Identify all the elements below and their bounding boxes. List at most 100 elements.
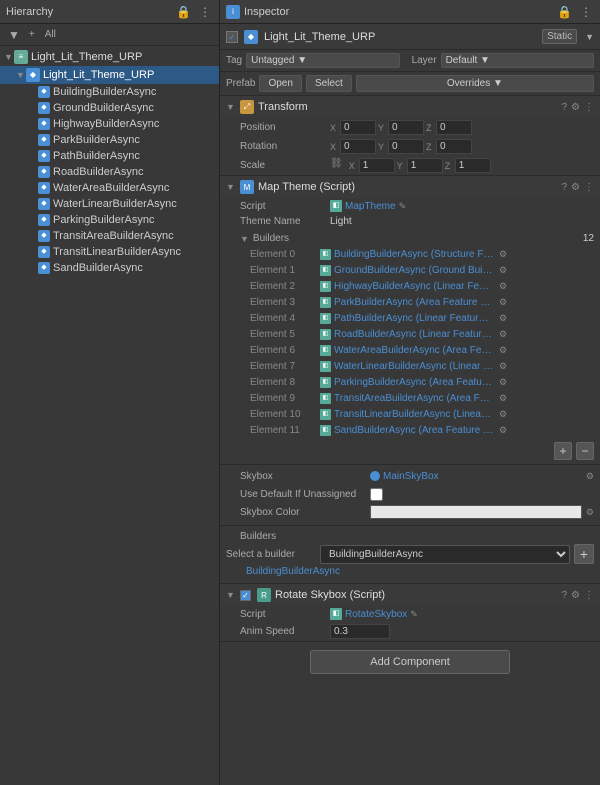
- list-item[interactable]: ◆ SandBuilderAsync: [0, 260, 219, 276]
- map-theme-script-edit-icon: ✎: [399, 201, 407, 212]
- gameobject-icon: ◆: [244, 30, 258, 44]
- element-settings-icon-4[interactable]: ⚙: [499, 313, 507, 324]
- child-icon: ◆: [38, 166, 50, 178]
- rotate-skybox-help-icon[interactable]: ?: [561, 590, 567, 601]
- element-settings-icon-6[interactable]: ⚙: [499, 345, 507, 356]
- rotation-z-input[interactable]: [436, 139, 472, 154]
- element-settings-icon-2[interactable]: ⚙: [499, 281, 507, 292]
- skybox-color-picker[interactable]: [370, 505, 582, 519]
- element-settings-icon-10[interactable]: ⚙: [499, 409, 507, 420]
- child-icon: ◆: [38, 262, 50, 274]
- list-item[interactable]: ◆ TransitAreaBuilderAsync: [0, 228, 219, 244]
- hierarchy-item-go-main[interactable]: ▼ ◆ Light_Lit_Theme_URP: [0, 66, 219, 84]
- element-label-7: Element 7: [250, 361, 320, 372]
- transform-settings-icon[interactable]: ⚙: [571, 102, 580, 113]
- scale-y-input[interactable]: [407, 158, 443, 173]
- rotate-skybox-settings-icon[interactable]: ⚙: [571, 590, 580, 601]
- hierarchy-lock-icon[interactable]: 🔒: [174, 4, 193, 20]
- element-settings-icon-5[interactable]: ⚙: [499, 329, 507, 340]
- scale-x-input[interactable]: [359, 158, 395, 173]
- anim-speed-input[interactable]: [330, 624, 390, 639]
- layer-dropdown[interactable]: Default ▼: [441, 53, 594, 68]
- skybox-settings-icon[interactable]: ⚙: [586, 471, 594, 482]
- inspector-icon: i: [226, 5, 240, 19]
- transform-header[interactable]: ▼ ⤢ Transform ? ⚙ ⋮: [220, 96, 600, 118]
- skybox-text: MainSkyBox: [383, 471, 439, 482]
- transform-menu-icon[interactable]: ⋮: [584, 102, 594, 113]
- position-z-input[interactable]: [436, 120, 472, 135]
- element-settings-icon-1[interactable]: ⚙: [499, 265, 507, 276]
- element-label-8: Element 8: [250, 377, 320, 388]
- use-default-checkbox[interactable]: [370, 488, 383, 501]
- hierarchy-plus-icon[interactable]: ▼: [6, 27, 22, 43]
- map-theme-header[interactable]: ▼ M Map Theme (Script) ? ⚙ ⋮: [220, 176, 600, 198]
- rotation-y-input[interactable]: [388, 139, 424, 154]
- builders-remove-element-button[interactable]: −: [576, 442, 594, 460]
- inspector-header-left: i Inspector: [226, 5, 289, 19]
- element-settings-icon-9[interactable]: ⚙: [499, 393, 507, 404]
- transform-component: ▼ ⤢ Transform ? ⚙ ⋮ Position X: [220, 96, 600, 176]
- hierarchy-menu-icon[interactable]: ⋮: [197, 4, 213, 20]
- table-row: Element 10 ◧ TransitLinearBuilderAsync (…: [240, 406, 594, 422]
- builders-header-row: ▼ Builders 12: [240, 231, 594, 246]
- add-component-button[interactable]: Add Component: [310, 650, 510, 674]
- element-val-4: ◧ PathBuilderAsync (Linear Feature Buil.…: [320, 313, 594, 324]
- rotate-skybox-menu-icon[interactable]: ⋮: [584, 590, 594, 601]
- hierarchy-item-scene[interactable]: ▼ ≡ Light_Lit_Theme_URP: [0, 48, 219, 66]
- prefab-open-button[interactable]: Open: [259, 75, 301, 92]
- rotate-skybox-enabled-checkbox[interactable]: ✓: [240, 590, 251, 601]
- add-component-section: Add Component: [220, 642, 600, 682]
- element-settings-icon-0[interactable]: ⚙: [499, 249, 507, 260]
- position-x-input[interactable]: [340, 120, 376, 135]
- hierarchy-all-btn[interactable]: All: [42, 28, 59, 41]
- prefab-overrides-button[interactable]: Overrides ▼: [356, 75, 594, 92]
- list-item[interactable]: ◆ GroundBuilderAsync: [0, 100, 219, 116]
- list-item[interactable]: ◆ ParkingBuilderAsync: [0, 212, 219, 228]
- scale-z-input[interactable]: [455, 158, 491, 173]
- prefab-select-button[interactable]: Select: [306, 75, 352, 92]
- rotation-row: Rotation X Y Z: [220, 137, 600, 156]
- builders-select-dropdown[interactable]: BuildingBuilderAsync: [320, 545, 570, 564]
- building-builder-link[interactable]: BuildingBuilderAsync: [226, 564, 594, 579]
- element-val-1: ◧ GroundBuilderAsync (Ground Builder ...…: [320, 265, 594, 276]
- list-item[interactable]: ◆ RoadBuilderAsync: [0, 164, 219, 180]
- map-theme-settings-icon[interactable]: ⚙: [571, 182, 580, 193]
- builders-add-button[interactable]: +: [574, 544, 594, 564]
- map-theme-help-icon[interactable]: ?: [561, 182, 567, 193]
- inspector-menu-icon[interactable]: ⋮: [578, 4, 594, 20]
- rotate-skybox-header[interactable]: ▼ ✓ R Rotate Skybox (Script) ? ⚙ ⋮: [220, 584, 600, 606]
- layer-label: Layer: [412, 55, 437, 66]
- hierarchy-plus-btn[interactable]: +: [26, 28, 38, 41]
- transform-help-icon[interactable]: ?: [561, 102, 567, 113]
- element-val-5: ◧ RoadBuilderAsync (Linear Feature Bui..…: [320, 329, 594, 340]
- element-settings-icon-8[interactable]: ⚙: [499, 377, 507, 388]
- map-theme-script-row: Script ◧ MapTheme ✎: [220, 198, 600, 214]
- list-item[interactable]: ◆ WaterLinearBuilderAsync: [0, 196, 219, 212]
- list-item[interactable]: ◆ ParkBuilderAsync: [0, 132, 219, 148]
- inspector-lock-icon[interactable]: 🔒: [555, 4, 574, 20]
- element-text-9: TransitAreaBuilderAsync (Area Featur...: [334, 393, 494, 404]
- element-settings-icon-7[interactable]: ⚙: [499, 361, 507, 372]
- list-item[interactable]: ◆ WaterAreaBuilderAsync: [0, 180, 219, 196]
- element-settings-icon-3[interactable]: ⚙: [499, 297, 507, 308]
- position-y-input[interactable]: [388, 120, 424, 135]
- transform-icon: ⤢: [240, 100, 254, 114]
- rotation-x-item: X: [330, 139, 376, 154]
- list-item[interactable]: ◆ PathBuilderAsync: [0, 148, 219, 164]
- map-theme-menu-icon[interactable]: ⋮: [584, 182, 594, 193]
- skybox-color-settings-icon[interactable]: ⚙: [586, 507, 594, 518]
- inspector-header-icons: 🔒 ⋮: [555, 4, 594, 20]
- gameobject-active-checkbox[interactable]: [226, 31, 238, 43]
- rotation-x-input[interactable]: [340, 139, 376, 154]
- prefab-label: Prefab: [226, 78, 255, 89]
- static-dropdown-icon[interactable]: ▼: [585, 32, 594, 42]
- list-item[interactable]: ◆ HighwayBuilderAsync: [0, 116, 219, 132]
- element-settings-icon-11[interactable]: ⚙: [499, 425, 507, 436]
- list-item[interactable]: ◆ TransitLinearBuilderAsync: [0, 244, 219, 260]
- tag-dropdown[interactable]: Untagged ▼: [246, 53, 399, 68]
- list-item[interactable]: ◆ BuildingBuilderAsync: [0, 84, 219, 100]
- builders-add-element-button[interactable]: +: [554, 442, 572, 460]
- layer-value: Default: [446, 55, 478, 66]
- hierarchy-header-icons: 🔒 ⋮: [174, 4, 213, 20]
- child-label: WaterLinearBuilderAsync: [53, 198, 177, 210]
